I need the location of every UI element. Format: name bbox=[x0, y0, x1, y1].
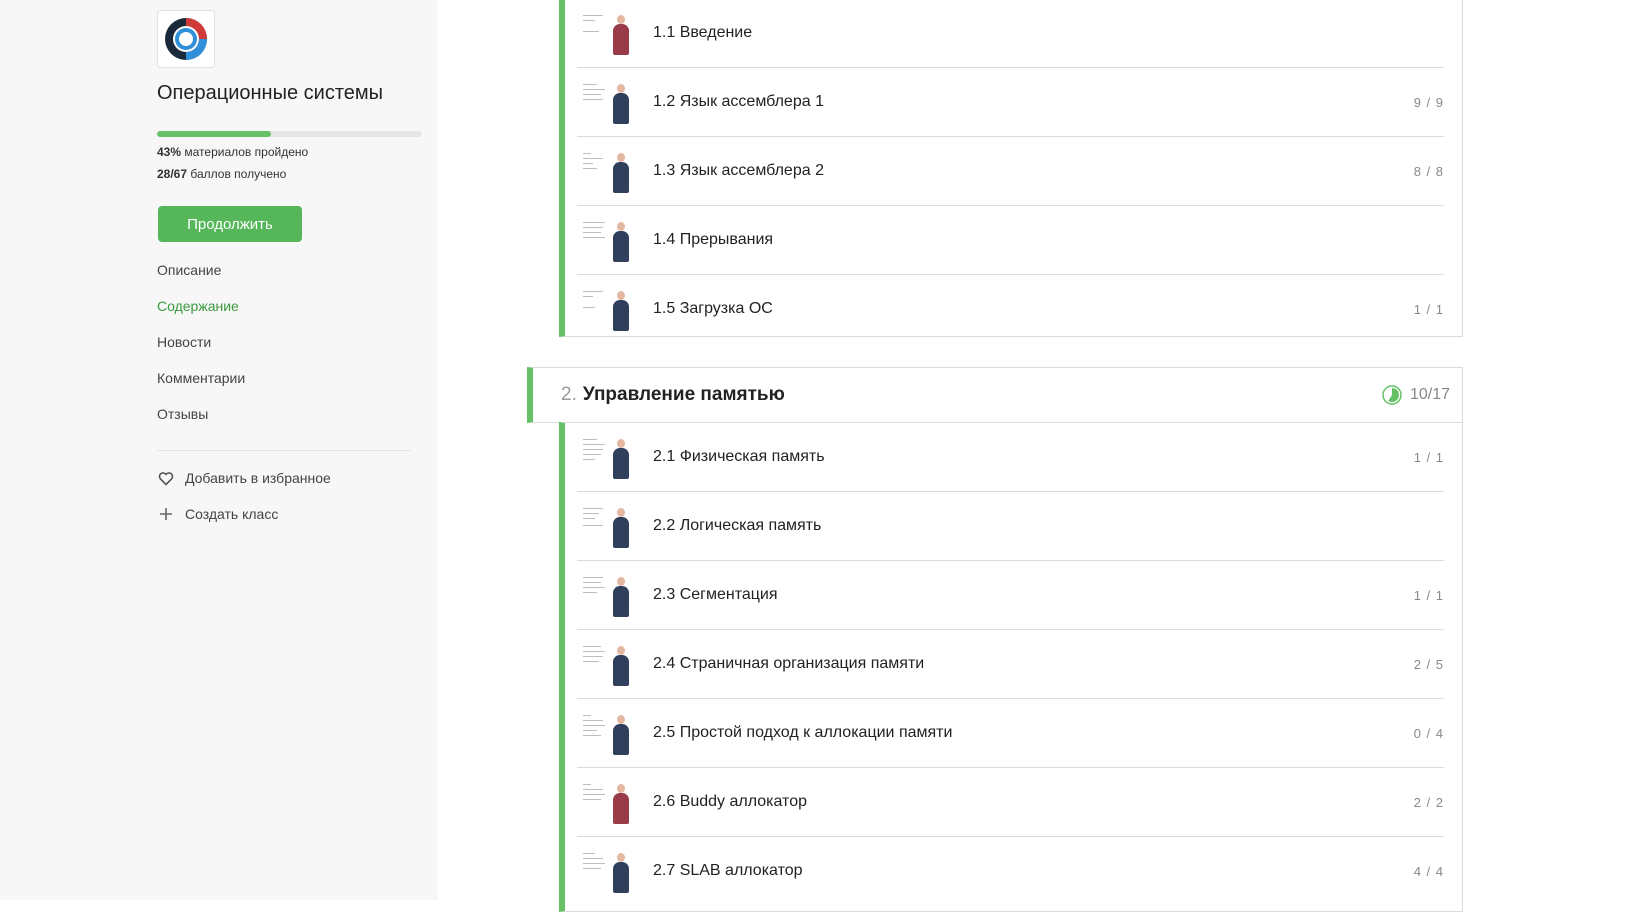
nav-item-comments[interactable]: Комментарии bbox=[157, 370, 245, 406]
module-title: Управление памятью bbox=[582, 384, 785, 405]
lesson-thumbnail bbox=[583, 11, 633, 55]
lesson-item[interactable]: 2.7 SLAB аллокатор 4 / 4 bbox=[577, 837, 1444, 905]
module-progress-text: 10/17 bbox=[1409, 386, 1450, 403]
lesson-title: 2.3 Сегментация bbox=[653, 586, 778, 603]
lesson-item[interactable]: 2.5 Простой подход к аллокации памяти 0 … bbox=[577, 699, 1444, 768]
sidebar-divider bbox=[157, 450, 411, 451]
nav-item-description[interactable]: Описание bbox=[157, 262, 245, 298]
points-label: баллов получено bbox=[190, 167, 287, 181]
lesson-title: 2.7 SLAB аллокатор bbox=[653, 862, 803, 879]
lesson-score: 2 / 5 bbox=[1413, 656, 1444, 672]
lesson-item[interactable]: 1.3 Язык ассемблера 2 8 / 8 bbox=[577, 137, 1444, 206]
lesson-score: 1 / 1 bbox=[1413, 301, 1444, 317]
add-favorite-button[interactable]: Добавить в избранное bbox=[157, 469, 331, 487]
nav-item-reviews[interactable]: Отзывы bbox=[157, 406, 245, 442]
course-logo[interactable] bbox=[157, 10, 215, 68]
lesson-title: 1.5 Загрузка ОС bbox=[653, 300, 773, 317]
progress-pie-icon bbox=[1382, 385, 1402, 405]
lesson-item[interactable]: 2.3 Сегментация 1 / 1 bbox=[577, 561, 1444, 630]
course-sidebar: Операционные системы 43% материалов прой… bbox=[0, 0, 438, 900]
lesson-title: 1.2 Язык ассемблера 1 bbox=[653, 93, 824, 110]
lesson-thumbnail bbox=[583, 711, 633, 755]
lesson-title: 1.3 Язык ассемблера 2 bbox=[653, 162, 824, 179]
lesson-title: 2.2 Логическая память bbox=[653, 517, 822, 534]
lesson-item[interactable]: 1.4 Прерывания bbox=[577, 206, 1444, 275]
plus-icon bbox=[157, 505, 175, 523]
module-2-header[interactable]: 2. Управление памятью 10/17 bbox=[527, 367, 1463, 423]
course-progress-fill bbox=[157, 131, 271, 137]
materials-progress: 43% материалов пройдено bbox=[157, 145, 308, 159]
lesson-item[interactable]: 1.1 Введение bbox=[577, 0, 1444, 68]
lesson-score: 8 / 8 bbox=[1413, 163, 1444, 179]
module-2-lessons: 2.1 Физическая память 1 / 1 2.2 Логическ… bbox=[559, 422, 1463, 912]
course-progress-bar bbox=[157, 131, 422, 137]
course-nav: Описание Содержание Новости Комментарии … bbox=[157, 262, 245, 442]
nav-item-news[interactable]: Новости bbox=[157, 334, 245, 370]
materials-label: материалов пройдено bbox=[184, 145, 309, 159]
nav-item-contents[interactable]: Содержание bbox=[157, 298, 245, 334]
lesson-title: 2.4 Страничная организация памяти bbox=[653, 655, 925, 672]
module-1-lessons: 1.1 Введение 1.2 Язык ассемблера 1 9 / 9… bbox=[559, 0, 1463, 337]
course-logo-icon bbox=[165, 18, 207, 60]
lesson-score: 9 / 9 bbox=[1413, 94, 1444, 110]
lesson-title: 1.1 Введение bbox=[653, 24, 753, 41]
lesson-score: 1 / 1 bbox=[1413, 449, 1444, 465]
lesson-score: 4 / 4 bbox=[1413, 863, 1444, 879]
lesson-item[interactable]: 2.1 Физическая память 1 / 1 bbox=[577, 423, 1444, 492]
heart-icon bbox=[157, 469, 175, 487]
continue-button[interactable]: Продолжить bbox=[158, 206, 302, 242]
lesson-thumbnail bbox=[583, 435, 633, 479]
points-progress: 28/67 баллов получено bbox=[157, 167, 286, 181]
lesson-title: 1.4 Прерывания bbox=[653, 231, 774, 248]
lesson-item[interactable]: 2.4 Страничная организация памяти 2 / 5 bbox=[577, 630, 1444, 699]
materials-percent: 43% bbox=[157, 145, 182, 159]
lesson-title: 2.5 Простой подход к аллокации памяти bbox=[653, 724, 953, 741]
lesson-item[interactable]: 2.6 Buddy аллокатор 2 / 2 bbox=[577, 768, 1444, 837]
lesson-thumbnail bbox=[583, 849, 633, 893]
create-class-button[interactable]: Создать класс bbox=[157, 505, 278, 523]
lesson-item[interactable]: 1.2 Язык ассемблера 1 9 / 9 bbox=[577, 68, 1444, 137]
lesson-item[interactable]: 2.2 Логическая память bbox=[577, 492, 1444, 561]
lesson-title: 2.1 Физическая память bbox=[653, 448, 825, 465]
lesson-thumbnail bbox=[583, 504, 633, 548]
lesson-thumbnail bbox=[583, 642, 633, 686]
course-contents: 1.1 Введение 1.2 Язык ассемблера 1 9 / 9… bbox=[438, 0, 1643, 912]
lesson-score: 2 / 2 bbox=[1413, 794, 1444, 810]
lesson-title: 2.6 Buddy аллокатор bbox=[653, 793, 807, 810]
lesson-item[interactable]: 1.5 Загрузка ОС 1 / 1 bbox=[577, 275, 1444, 343]
lesson-thumbnail bbox=[583, 780, 633, 824]
course-title: Операционные системы bbox=[157, 82, 384, 104]
add-favorite-label: Добавить в избранное bbox=[185, 470, 331, 486]
points-value: 28/67 bbox=[157, 167, 188, 181]
lesson-thumbnail bbox=[583, 80, 633, 124]
create-class-label: Создать класс bbox=[185, 506, 279, 522]
lesson-score: 1 / 1 bbox=[1413, 587, 1444, 603]
lesson-thumbnail bbox=[583, 218, 633, 262]
lesson-thumbnail bbox=[583, 573, 633, 617]
lesson-score: 0 / 4 bbox=[1413, 725, 1444, 741]
lesson-thumbnail bbox=[583, 149, 633, 193]
module-progress: 10/17 bbox=[1382, 385, 1450, 405]
module-number: 2. bbox=[561, 384, 577, 405]
lesson-thumbnail bbox=[583, 287, 633, 331]
